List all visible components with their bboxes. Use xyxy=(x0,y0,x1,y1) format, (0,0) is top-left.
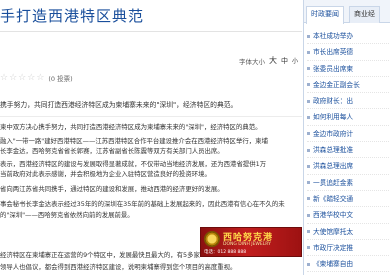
ad-phone: 电话：012 888 888 xyxy=(204,250,247,255)
bullet-icon xyxy=(307,50,310,54)
news-link[interactable]: 如何利用每人 xyxy=(313,113,353,121)
bullet-icon xyxy=(307,115,310,119)
news-link[interactable]: 新《踏轻交通 xyxy=(313,195,353,203)
font-size-medium-button[interactable]: 中 xyxy=(281,56,288,66)
divider xyxy=(0,116,302,117)
article-headline: 手打造西港特区典范 xyxy=(0,7,145,25)
news-link[interactable]: 洪森总理出席 xyxy=(313,162,353,170)
font-size-large-button[interactable]: 大 xyxy=(269,55,277,66)
article-paragraph: 表示，西港经济特区的建设与发展取得显著成就，不仅带动当地经济发展，还为西港省提供… xyxy=(0,160,267,168)
news-list-item[interactable]: 市政厅决定推 xyxy=(307,240,390,257)
news-link[interactable]: 金边市政府计 xyxy=(313,130,353,138)
news-link[interactable]: 《柬埔寨自由 xyxy=(313,260,353,268)
news-link[interactable]: 政府财长：出 xyxy=(313,97,353,105)
news-list-item[interactable]: 洪森总理出席 xyxy=(307,158,390,175)
divider xyxy=(0,31,302,32)
ad-subtitle: DONG DINH JEWELRY xyxy=(223,242,271,247)
article-paragraph: 事会秘书长李金达表示经过35年的的深圳在35年前的基础上发展起来的，因此西港有信… xyxy=(0,200,285,208)
bullet-icon xyxy=(307,67,310,71)
news-list-item[interactable]: 金边市政府计 xyxy=(307,126,390,143)
news-link[interactable]: 大使馆摩托太 xyxy=(313,228,353,236)
rating-star-3[interactable]: ☆ xyxy=(18,73,26,83)
bullet-icon xyxy=(307,148,310,152)
rating-star-2[interactable]: ☆ xyxy=(9,73,17,83)
font-size-small-button[interactable]: 小 xyxy=(292,56,298,65)
bullet-icon xyxy=(307,34,310,38)
bullet-icon xyxy=(307,213,310,217)
bullet-icon xyxy=(307,197,310,201)
news-link[interactable]: 西港华校中文 xyxy=(313,211,353,219)
news-link[interactable]: 张委员出席柬 xyxy=(313,65,353,73)
bullet-icon xyxy=(307,262,310,266)
ad-logo-icon xyxy=(204,231,220,247)
sidebar-tabs: 时政要闻 商业经 xyxy=(304,0,390,24)
article-paragraph: 长李金达，西哈努克省省长郭赛，江苏省副省长陈震等双方有关部门人员出席。 xyxy=(0,147,224,155)
news-link[interactable]: 一贯追赶金素 xyxy=(313,179,353,187)
bullet-icon xyxy=(307,83,310,87)
news-list-item[interactable]: 大使馆摩托太 xyxy=(307,224,390,240)
rating: ☆ ☆ ☆ ☆ ☆ (0 投票) xyxy=(0,73,73,83)
article-paragraph: 领导人也倡议，都会得到西港经济特区建设，说明柬埔寨得到您个项目的高度重视。 xyxy=(0,263,237,271)
jewelry-advertisement[interactable]: 西哈努克港 DONG DINH JEWELRY 电话：012 888 888 xyxy=(200,227,302,257)
article-column: 手打造西港特区典范 字体大小 大 中 小 ☆ ☆ ☆ ☆ ☆ (0 投票) 携手… xyxy=(0,0,302,275)
article-paragraph: 柬中双方决心携手努力，共同打造西港经济特区成为柬埔寨未来的"深圳"，经济特区的典… xyxy=(0,123,262,131)
news-list-item[interactable]: 政府财长：出 xyxy=(307,93,390,110)
news-link[interactable]: 市长出席英德 xyxy=(313,48,353,56)
news-list-item[interactable]: 如何利用每人 xyxy=(307,109,390,126)
news-list-item[interactable]: 一贯追赶金素 xyxy=(307,175,390,191)
tab-business[interactable]: 商业经 xyxy=(349,6,380,23)
news-link[interactable]: 本社成功举办 xyxy=(313,32,353,40)
article-paragraph: 的"深圳"——西哈努克省依然向前的发展前景。 xyxy=(0,211,134,219)
bullet-icon xyxy=(307,99,310,103)
news-list-item[interactable]: 新《踏轻交通 xyxy=(307,191,390,208)
article-paragraph: 融入"一带一路"建好西港特区——江苏西港特区合作平台建设推介会在西港经济特区举行… xyxy=(0,137,268,145)
bullet-icon xyxy=(307,246,310,250)
tab-politics[interactable]: 时政要闻 xyxy=(306,6,344,24)
news-list-item[interactable]: 本社成功举办 xyxy=(307,28,390,45)
rating-count: (0 投票) xyxy=(48,75,73,83)
bullet-icon xyxy=(307,164,310,168)
sidebar: 时政要闻 商业经 本社成功举办 市长出席英德 张委员出席柬 金边金正副会长 政府… xyxy=(303,0,390,275)
rating-star-1[interactable]: ☆ xyxy=(0,73,8,83)
news-link[interactable]: 市政厅决定推 xyxy=(313,244,353,252)
bullet-icon xyxy=(307,132,310,136)
article-paragraph: 当前政府对此表示感谢，并会积极地为企业入驻特区营造良好的投资环境。 xyxy=(0,170,211,178)
news-list-item[interactable]: 金边金正副会长 xyxy=(307,77,390,94)
news-list-item[interactable]: 市长出席英德 xyxy=(307,44,390,61)
font-size-control: 字体大小 大 中 小 xyxy=(239,55,298,66)
rating-star-5[interactable]: ☆ xyxy=(36,73,44,83)
page: 手打造西港特区典范 字体大小 大 中 小 ☆ ☆ ☆ ☆ ☆ (0 投票) 携手… xyxy=(0,0,390,275)
news-list-item[interactable]: 洪森总理批准 xyxy=(307,142,390,159)
article-summary: 携手努力，共同打造西港经济特区成为柬埔寨未来的"深圳"，经济特区的典范。 xyxy=(0,101,238,109)
article-paragraph: 省向两江苏省共同携手，通过特区的建设和发展，推动西港的经济更好的发展。 xyxy=(0,185,224,193)
news-list-item[interactable]: 西港华校中文 xyxy=(307,207,390,224)
bullet-icon xyxy=(307,230,310,234)
sidebar-news-list: 本社成功举办 市长出席英德 张委员出席柬 金边金正副会长 政府财长：出 如何利用… xyxy=(307,28,390,273)
rating-star-4[interactable]: ☆ xyxy=(27,73,35,83)
news-link[interactable]: 洪森总理批准 xyxy=(313,146,353,154)
news-link[interactable]: 金边金正副会长 xyxy=(313,81,360,89)
news-list-item[interactable]: 张委员出席柬 xyxy=(307,61,390,77)
news-list-item[interactable]: 《柬埔寨自由 xyxy=(307,256,390,273)
font-size-label: 字体大小 xyxy=(238,57,265,66)
bullet-icon xyxy=(307,181,310,185)
article-paragraph: 经济特区在柬埔寨正在运营的9个特区中，发展最快且最大的，有5多家企业已得到，西港… xyxy=(0,251,200,259)
